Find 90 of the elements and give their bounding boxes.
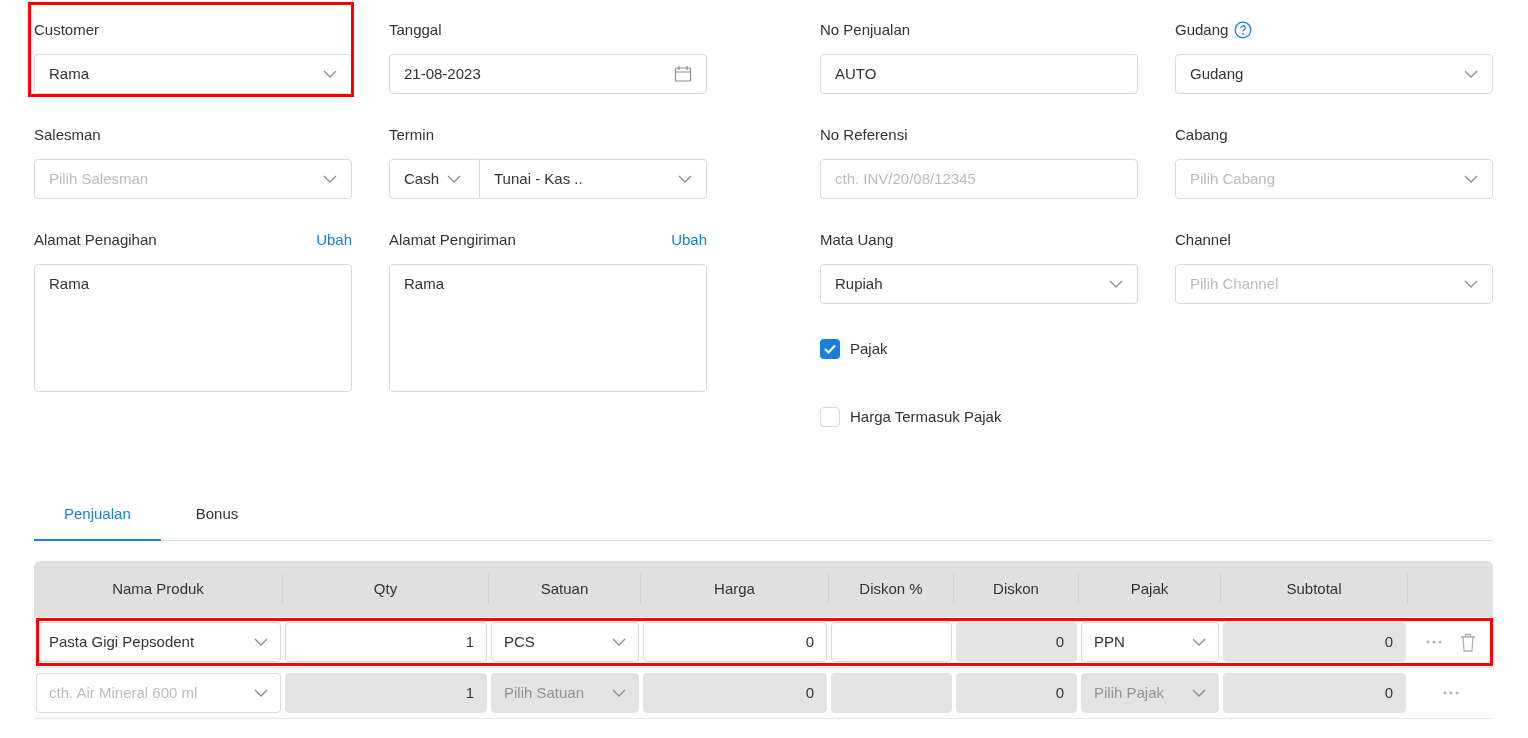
cell-value: 1 [465, 631, 474, 652]
cell-placeholder: cth. Air Mineral 600 ml [49, 682, 198, 703]
tab[interactable]: Penjualan [34, 489, 161, 541]
field-value: 21-08-2023 [404, 63, 481, 84]
check-icon [824, 344, 836, 354]
more-icon[interactable] [1442, 691, 1459, 695]
field-label: Mata Uang [820, 230, 894, 250]
cell-value: Pasta Gigi Pepsodent [49, 631, 195, 652]
field-placeholder: Pilih Cabang [1190, 168, 1276, 189]
cell-value: 0 [1384, 631, 1393, 652]
column-header: Qty [373, 578, 398, 599]
field-value: Gudang [1190, 63, 1244, 84]
column-header: Nama Produk [112, 578, 204, 599]
input-field[interactable]: AUTO [820, 54, 1138, 94]
chevron-down-icon [1109, 280, 1123, 288]
input-field[interactable] [831, 622, 952, 662]
input-field[interactable]: 1 [285, 622, 487, 662]
field-value: Rama [404, 275, 444, 292]
field-label: Termin [389, 125, 434, 145]
field-value: AUTO [835, 63, 877, 84]
field-label: Cabang [1175, 125, 1228, 145]
trash-icon[interactable] [1459, 632, 1476, 652]
chevron-down-icon [1192, 638, 1206, 646]
cell-value: 0 [1055, 682, 1064, 703]
help-icon[interactable] [1234, 21, 1253, 39]
field-label: Salesman [34, 125, 101, 145]
field-label: No Penjualan [820, 20, 911, 40]
date-field[interactable]: 21-08-2023 [389, 54, 707, 94]
edit-link[interactable]: Ubah [671, 228, 707, 252]
cell-value: 0 [1384, 682, 1393, 703]
cell-value: PCS [504, 631, 535, 652]
tab[interactable]: Bonus [165, 489, 269, 541]
column-header: Satuan [540, 578, 589, 599]
address-textarea[interactable]: Rama [389, 264, 707, 392]
chevron-down-icon [1464, 175, 1478, 183]
cell-value: 0 [805, 682, 814, 703]
field-placeholder: Pilih Channel [1190, 273, 1279, 294]
chevron-down-icon [323, 175, 337, 183]
chevron-down-icon [447, 175, 462, 183]
chevron-down-icon [612, 638, 626, 646]
select-field[interactable]: Gudang [1175, 54, 1493, 94]
chevron-down-icon [1192, 689, 1206, 697]
field-label: Customer [34, 20, 100, 40]
cell-value: 1 [465, 682, 474, 703]
calendar-icon [674, 65, 692, 83]
field-label: Alamat Penagihan [34, 230, 157, 250]
field-value: Tunai - Kas .. [494, 168, 583, 189]
select-field[interactable]: PPN [1081, 622, 1219, 662]
chevron-down-icon [678, 175, 692, 183]
column-header: Harga [714, 578, 755, 599]
field-label: Channel [1175, 230, 1231, 250]
address-textarea[interactable]: Rama [34, 264, 352, 392]
cell-value: 0 [1055, 631, 1064, 652]
column-header: Diskon [993, 578, 1039, 599]
select-field[interactable]: PCS [491, 622, 639, 662]
more-icon[interactable] [1425, 640, 1442, 644]
field-value: Cash [404, 168, 440, 189]
checkbox[interactable] [820, 407, 840, 427]
field-label: Gudang [1175, 20, 1229, 40]
checkbox-label: Harga Termasuk Pajak [850, 406, 1002, 427]
checkbox-label: Pajak [850, 338, 888, 359]
input-field[interactable]: 0 [643, 622, 827, 662]
cell-placeholder: Pilih Pajak [1094, 682, 1165, 703]
select-field[interactable]: Pasta Gigi Pepsodent [36, 622, 281, 662]
field-label: Alamat Pengiriman [389, 230, 516, 250]
column-header: Pajak [1130, 578, 1169, 599]
edit-link[interactable]: Ubah [316, 228, 352, 252]
select-field[interactable]: Cash [389, 159, 480, 199]
column-header: Subtotal [1286, 578, 1342, 599]
chevron-down-icon [254, 689, 268, 697]
field-label: No Referensi [820, 125, 908, 145]
chevron-down-icon [323, 70, 337, 78]
field-placeholder: Pilih Salesman [49, 168, 149, 189]
select-field[interactable]: Rupiah [820, 264, 1138, 304]
cell-value: 0 [805, 631, 814, 652]
field-placeholder: cth. INV/20/08/12345 [835, 168, 976, 189]
chevron-down-icon [254, 638, 268, 646]
cell-value: PPN [1094, 631, 1125, 652]
select-field[interactable]: Rama [34, 54, 352, 94]
field-value: Rama [49, 63, 89, 84]
field-label: Tanggal [389, 20, 442, 40]
checkbox[interactable] [820, 339, 840, 359]
chevron-down-icon [1464, 280, 1478, 288]
cell-placeholder: Pilih Satuan [504, 682, 585, 703]
field-value: Rama [49, 275, 89, 292]
chevron-down-icon [1464, 70, 1478, 78]
field-value: Rupiah [835, 273, 883, 294]
column-header: Diskon % [859, 578, 923, 599]
chevron-down-icon [612, 689, 626, 697]
select-field[interactable]: Tunai - Kas .. [480, 159, 707, 199]
